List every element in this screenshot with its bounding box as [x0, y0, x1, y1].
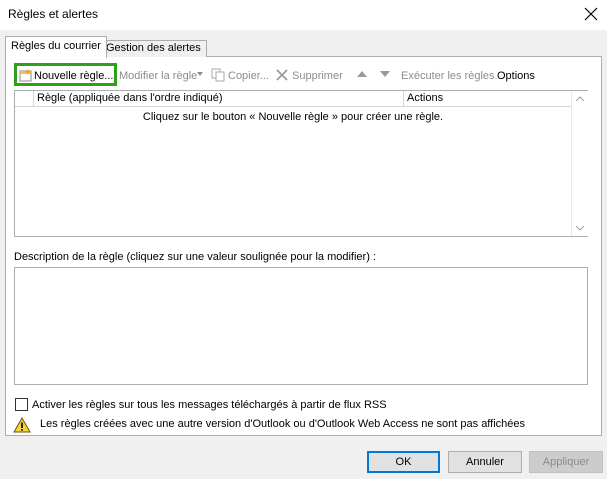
scroll-up-icon[interactable] [576, 96, 584, 101]
move-down-icon[interactable] [380, 71, 390, 77]
warning-icon [13, 417, 31, 433]
tab-mail-rules[interactable]: Règles du courrier [5, 36, 107, 58]
column-divider [33, 91, 34, 106]
copy-button[interactable]: Copier... [228, 68, 269, 84]
modify-rule-button[interactable]: Modifier la règle [119, 68, 197, 84]
cancel-button[interactable]: Annuler [448, 451, 522, 473]
window-title: Règles et alertes [8, 7, 99, 21]
warning-text: Les règles créées avec une autre version… [40, 418, 526, 430]
delete-button[interactable]: Supprimer [292, 68, 343, 84]
rule-description-box[interactable] [14, 267, 588, 385]
close-icon[interactable] [582, 5, 600, 23]
description-label: Description de la règle (cliquez sur une… [14, 251, 376, 263]
column-divider[interactable] [403, 91, 404, 106]
tab-manage-alerts[interactable]: Gestion des alertes [100, 40, 207, 57]
rss-rules-checkbox[interactable] [15, 398, 28, 411]
rss-rules-label[interactable]: Activer les règles sur tous les messages… [32, 399, 387, 411]
vertical-scrollbar[interactable] [571, 91, 588, 236]
ok-button[interactable]: OK [367, 451, 440, 473]
delete-icon [275, 68, 289, 82]
scroll-down-icon[interactable] [576, 226, 584, 231]
move-up-icon[interactable] [357, 71, 367, 77]
column-header-actions[interactable]: Actions [407, 92, 443, 104]
new-rule-highlight [14, 63, 117, 86]
options-button[interactable]: Options [497, 68, 535, 84]
run-rules-button[interactable]: Exécuter les règles... [401, 68, 504, 84]
copy-icon [211, 68, 225, 82]
chevron-down-icon [197, 72, 203, 76]
empty-list-message: Cliquez sur le bouton « Nouvelle règle »… [142, 111, 444, 123]
apply-button[interactable]: Appliquer [529, 451, 603, 473]
column-header-rule[interactable]: Règle (appliquée dans l'ordre indiqué) [37, 92, 223, 104]
